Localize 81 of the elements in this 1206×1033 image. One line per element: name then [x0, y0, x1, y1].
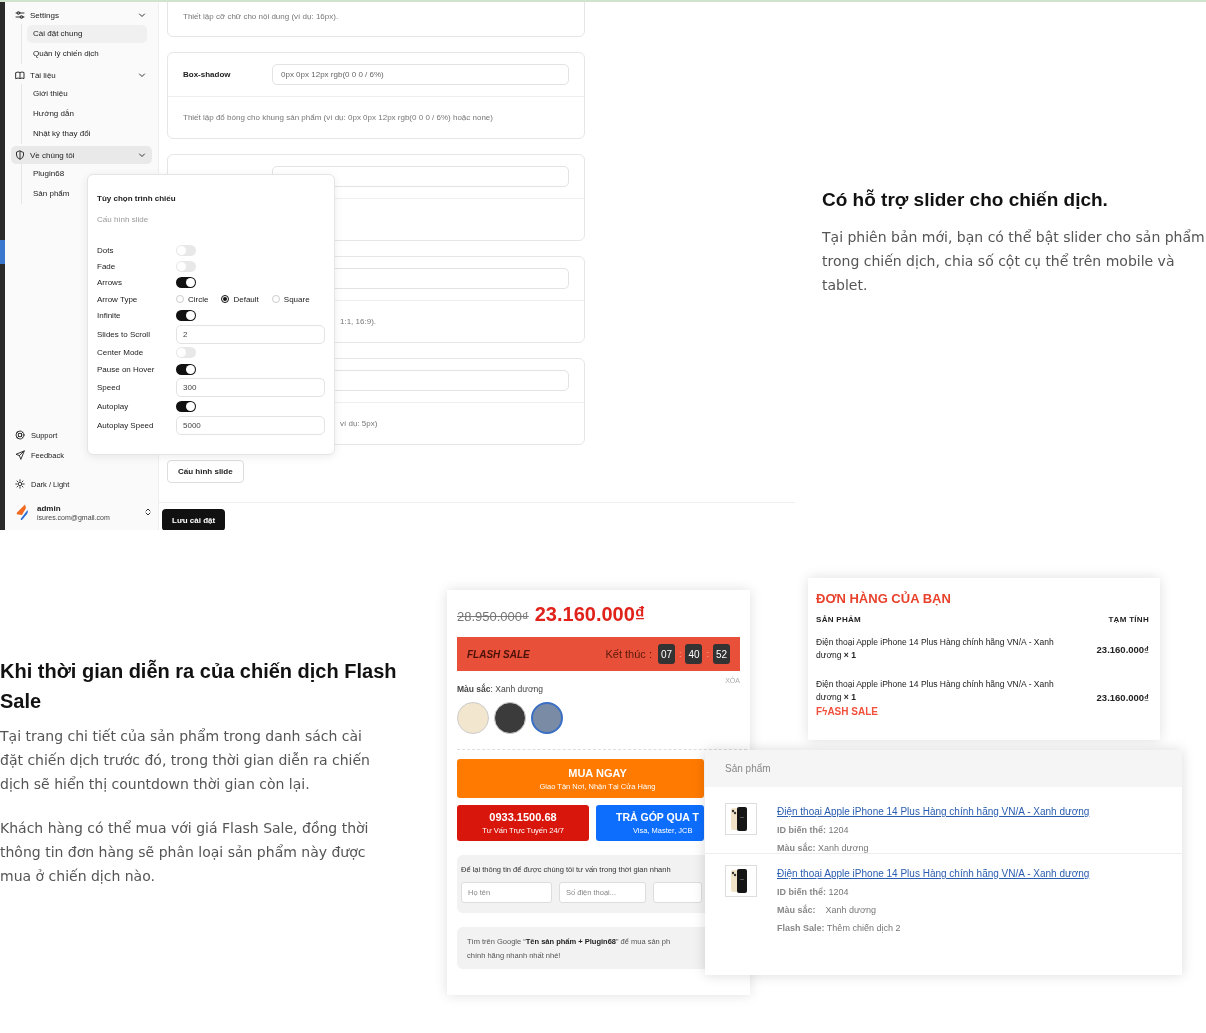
order-item-name: Điện thoại Apple iPhone 14 Plus Hàng chính hãng VN/A - Xanh dương × 1	[816, 636, 1055, 662]
book-icon	[15, 70, 25, 80]
option-label: Pause on Hover	[97, 364, 156, 374]
sale-price: 23.160.000₫	[534, 603, 646, 626]
countdown-digits: 07	[657, 644, 675, 664]
column-header: TẠM TÍNH	[1108, 615, 1149, 624]
countdown-digits: 40	[685, 644, 703, 664]
sliders-icon	[15, 10, 25, 20]
order-title: ĐƠN HÀNG CỦA BẠN	[816, 591, 952, 606]
popover-subtitle: Cấu hình slide	[97, 215, 150, 224]
option-label: Arrow Type	[97, 294, 139, 304]
option-label: Infinite	[97, 311, 122, 321]
popover-title: Tùy chọn trình chiếu	[97, 194, 177, 205]
flash-sale-label: FϟASH SALE	[816, 706, 879, 717]
shield-icon	[15, 150, 25, 160]
paragraph: Khách hàng có thể mua với giá Flash Sale, đồng thời thông tin đơn hàng sẽ phân loại sản phẩm này được mua ở chiến dịch nào.	[0, 819, 370, 886]
countdown-separator: :	[706, 649, 709, 659]
column-header: SẢN PHẨM	[816, 615, 862, 624]
field-description: Thiết lập cỡ chữ cho nội dung (ví dụ: 16px).	[182, 11, 340, 23]
input-field[interactable]: 5000	[176, 415, 325, 435]
option-label: Slides to Scroll	[97, 329, 151, 339]
field-label: Box-shadow	[183, 70, 232, 79]
toggle-switch[interactable]	[176, 277, 196, 289]
sidebar-section[interactable]: Về chúng tôi	[11, 146, 152, 164]
logo-icon	[15, 503, 29, 521]
option-label: Speed	[97, 383, 122, 393]
countdown-label: Kết thúc :	[605, 648, 652, 660]
input-field[interactable]: 300	[176, 378, 325, 398]
option-label: Arrows	[97, 278, 123, 288]
table-header: Sản phẩm	[705, 750, 1182, 787]
input-field[interactable]: 2	[176, 324, 325, 344]
radio-label: Square	[283, 294, 310, 304]
countdown-separator: :	[678, 649, 682, 659]
sidebar-item[interactable]: Giới thiệu	[27, 85, 147, 103]
sidebar-item[interactable]: Nhật ký thay đổi	[27, 125, 147, 143]
toggle-switch[interactable]	[176, 310, 196, 322]
chevrons-up-down-icon	[144, 507, 152, 517]
sidebar-item[interactable]: Cài đặt chung	[27, 25, 147, 43]
field-description: ví dụ: 5px)	[340, 419, 378, 428]
option-label: Center Mode	[97, 348, 145, 358]
product-detail: Màu sắc: Xanh dương	[777, 843, 870, 853]
radio-label: Default	[233, 294, 259, 304]
product-link[interactable]: Điện thoại Apple iPhone 14 Plus Hàng chính hãng VN/A - Xanh dương	[777, 806, 1090, 817]
section-heading: Có hỗ trợ slider cho chiến dịch.	[822, 188, 1109, 212]
option-label: Autoplay	[97, 402, 130, 411]
paragraph: Tại trang chi tiết của sản phẩm trong danh sách cài đặt chiến dịch trước đó, trong thời gian diễn ra chiến dịch sẽ hiển thị countdown thời gian còn lại.	[0, 727, 371, 794]
field-description: 1:1, 16:9).	[340, 317, 377, 326]
order-item-name: Điện thoại Apple iPhone 14 Plus Hàng chính hãng VN/A - Xanh dương × 1	[816, 678, 1055, 704]
color-label: Màu sắc: Xanh dương	[457, 684, 544, 694]
option-label: Autoplay Speed	[97, 420, 155, 430]
product-link[interactable]: Điện thoại Apple iPhone 14 Plus Hàng chính hãng VN/A - Xanh dương	[777, 868, 1090, 879]
old-price: 28.950.000₫	[457, 609, 529, 624]
slide-config-button[interactable]: Cấu hình slide	[167, 460, 244, 483]
sun-icon	[15, 479, 25, 489]
sidebar-item[interactable]: Quản lý chiến dịch	[27, 45, 147, 63]
item-price: 23.160.000₫	[1096, 643, 1149, 655]
product-detail: ID biến thể: 1204	[777, 887, 850, 897]
section-heading: Khi thời gian diễn ra của chiến dịch Flash Sale	[0, 658, 398, 714]
save-button[interactable]: Lưu cài đặt	[162, 509, 226, 530]
item-price: 23.160.000₫	[1096, 692, 1149, 703]
option-label: Dots	[97, 245, 115, 255]
flash-sale-label: FLASH SALE	[467, 648, 531, 660]
paper-plane-icon	[15, 450, 25, 460]
support-icon	[15, 430, 25, 440]
toggle-switch[interactable]	[176, 363, 196, 375]
product-detail: Flash Sale: Thêm chiến dịch 2	[777, 923, 902, 933]
paragraph: Tại phiên bản mới, bạn có thể bật slider cho sản phẩm trong chiến dịch, chia số cột cụ thể trên mobile và tablet.	[822, 228, 1206, 295]
input-field[interactable]	[653, 882, 702, 903]
user-name: admin	[37, 503, 62, 513]
input-field[interactable]: 0px 0px 12px rgb(0 0 0 / 6%)	[272, 64, 569, 85]
sidebar-item[interactable]: Hướng dẫn	[27, 105, 147, 123]
sidebar-section[interactable]: Settings	[11, 6, 152, 24]
color-swatch[interactable]	[531, 702, 563, 734]
countdown-digits: 52	[713, 644, 730, 664]
product-detail: ID biến thể: 1204	[777, 825, 850, 835]
field-description: Thiết lập đổ bóng cho khung sản phẩm (ví dụ: 0px 0px 12px rgb(0 0 0 / 6%) hoặc none)	[183, 113, 493, 122]
product-detail: Màu sắc: Xanh dương	[777, 905, 877, 915]
toggle-switch[interactable]	[176, 401, 196, 412]
sidebar-section[interactable]: Tài liệu	[11, 66, 152, 84]
radio-label: Circle	[188, 294, 209, 304]
option-label: Fade	[97, 262, 117, 272]
